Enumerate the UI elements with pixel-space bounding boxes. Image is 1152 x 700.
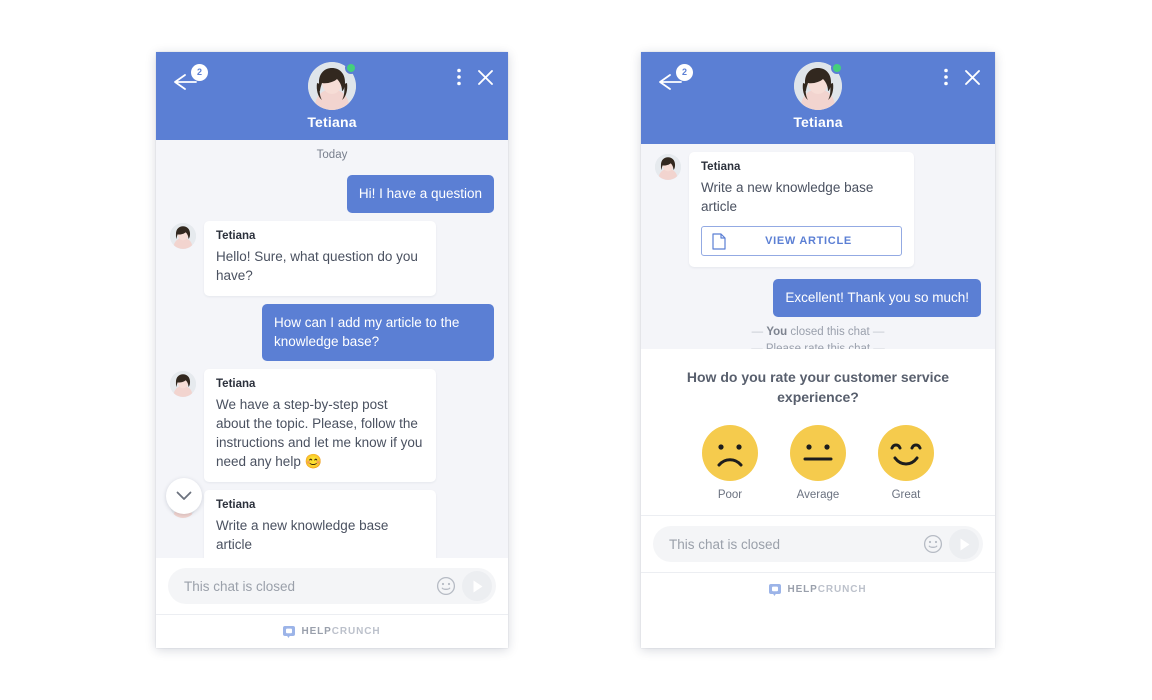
rating-label: Average — [796, 489, 840, 501]
brand-name-bold: HELP — [787, 584, 818, 595]
avatar-photo-icon — [170, 371, 196, 397]
composer: This chat is closed — [156, 558, 508, 614]
rating-label: Poor — [717, 489, 743, 501]
message-text: Hello! Sure, what question do you have? — [216, 249, 418, 283]
conversation-scroll-area[interactable]: Today Hi! I have a question Tetiana Hell… — [156, 140, 508, 558]
send-button[interactable] — [462, 571, 492, 601]
smiling-emoji-icon: 😊 — [304, 453, 323, 469]
incoming-bubble: Tetiana Hello! Sure, what question do yo… — [204, 221, 436, 296]
chat-header: 2 Tetiana — [156, 52, 508, 140]
smiley-icon[interactable] — [436, 576, 456, 596]
more-vertical-icon[interactable] — [944, 68, 948, 86]
send-icon — [473, 580, 482, 592]
message-row: Excellent! Thank you so much! — [641, 279, 995, 317]
more-vertical-icon[interactable] — [457, 68, 461, 86]
message-row: Hi! I have a question — [156, 175, 508, 213]
message-avatar — [170, 223, 196, 249]
helpcrunch-logo-icon — [769, 583, 782, 596]
incoming-bubble: Tetiana Write a new knowledge base artic… — [689, 152, 914, 267]
message-input-pill[interactable]: This chat is closed — [168, 568, 496, 604]
header-actions — [944, 68, 981, 86]
online-status-dot — [345, 62, 357, 74]
system-text: Please rate this chat — [765, 343, 871, 349]
brand-footer: HELPCRUNCH — [156, 614, 508, 648]
agent-identity: Tetiana — [641, 62, 995, 130]
smiley-icon[interactable] — [923, 534, 943, 554]
message-row: How can I add my article to the knowledg… — [156, 304, 508, 361]
day-separator: Today — [316, 149, 348, 161]
agent-name: Tetiana — [793, 114, 843, 130]
system-line: — Please rate this chat — — [641, 338, 995, 349]
agent-identity: Tetiana — [156, 62, 508, 130]
neutral-face-icon — [790, 425, 846, 481]
sender-name: Tetiana — [701, 161, 741, 173]
sender-name: Tetiana — [216, 499, 256, 511]
chat-widget-right: 2 Tetiana Tetiana Write a new knowledge … — [641, 52, 995, 648]
document-icon — [712, 232, 726, 250]
message-input[interactable]: This chat is closed — [184, 579, 436, 594]
conversation-scroll-area[interactable]: Tetiana Write a new knowledge base artic… — [641, 144, 995, 349]
message-row: Tetiana Write a new knowledge base artic… — [156, 490, 508, 558]
helpcrunch-logo-icon — [283, 625, 296, 638]
outgoing-bubble: Excellent! Thank you so much! — [773, 279, 981, 317]
message-text: We have a step-by-step post about the to… — [216, 395, 424, 471]
chevron-down-icon — [176, 491, 192, 500]
incoming-bubble: Tetiana We have a step-by-step post abou… — [204, 369, 436, 482]
message-row: Tetiana Write a new knowledge base artic… — [641, 152, 995, 267]
dash-left: — — [751, 326, 764, 338]
avatar-photo-icon — [655, 154, 681, 180]
scroll-to-bottom-button[interactable] — [166, 478, 202, 514]
online-status-dot — [831, 62, 843, 74]
dash-right: — — [873, 343, 885, 349]
avatar-photo-icon — [170, 223, 196, 249]
composer: This chat is closed — [641, 515, 995, 572]
dash-right: — — [872, 326, 885, 338]
message-text: Write a new knowledge base article — [216, 518, 389, 552]
header-actions — [457, 68, 494, 86]
sender-name: Tetiana — [216, 230, 256, 242]
brand-name-light: CRUNCH — [817, 584, 867, 595]
dash-left: — — [751, 343, 763, 349]
avatar-wrap — [308, 62, 357, 110]
message-row: Tetiana Hello! Sure, what question do yo… — [156, 221, 508, 296]
outgoing-bubble: Hi! I have a question — [346, 175, 494, 213]
incoming-bubble: Tetiana Write a new knowledge base artic… — [204, 490, 436, 558]
system-actor: You — [766, 326, 788, 338]
screenshot-stage: 2 Tetiana Today Hi! I have a question Te… — [0, 0, 1152, 700]
message-input-pill[interactable]: This chat is closed — [653, 526, 983, 562]
rating-option-average[interactable]: Average — [790, 425, 846, 501]
brand-name: HELPCRUNCH — [301, 626, 380, 637]
rating-option-great[interactable]: Great — [878, 425, 934, 501]
message-row: Tetiana We have a step-by-step post abou… — [156, 369, 508, 482]
happy-face-icon — [878, 425, 934, 481]
close-icon[interactable] — [964, 69, 981, 86]
avatar-wrap — [794, 62, 843, 110]
chat-header: 2 Tetiana — [641, 52, 995, 144]
view-article-label: VIEW ARTICLE — [765, 235, 852, 247]
message-avatar — [655, 154, 681, 180]
system-text: closed this chat — [787, 326, 870, 338]
rating-question: How do you rate your customer service ex… — [686, 369, 950, 405]
send-button[interactable] — [949, 529, 979, 559]
message-text: Write a new knowledge base article — [701, 180, 874, 214]
agent-name: Tetiana — [307, 114, 357, 130]
view-article-button[interactable]: VIEW ARTICLE — [701, 226, 902, 256]
chat-widget-left: 2 Tetiana Today Hi! I have a question Te… — [156, 52, 508, 648]
brand-name-light: CRUNCH — [331, 626, 381, 637]
message-avatar — [170, 371, 196, 397]
brand-name: HELPCRUNCH — [787, 584, 866, 595]
rating-label: Great — [891, 489, 921, 501]
brand-name-bold: HELP — [301, 626, 332, 637]
sad-face-icon — [702, 425, 758, 481]
message-input[interactable]: This chat is closed — [669, 537, 923, 552]
system-line: — You closed this chat — — [641, 317, 995, 338]
sender-name: Tetiana — [216, 378, 256, 390]
rating-option-poor[interactable]: Poor — [702, 425, 758, 501]
rating-options: Poor Average Great — [657, 425, 979, 501]
rating-card: How do you rate your customer service ex… — [641, 349, 995, 515]
brand-footer: HELPCRUNCH — [641, 572, 995, 606]
close-icon[interactable] — [477, 69, 494, 86]
send-icon — [960, 538, 969, 550]
outgoing-bubble: How can I add my article to the knowledg… — [262, 304, 494, 361]
